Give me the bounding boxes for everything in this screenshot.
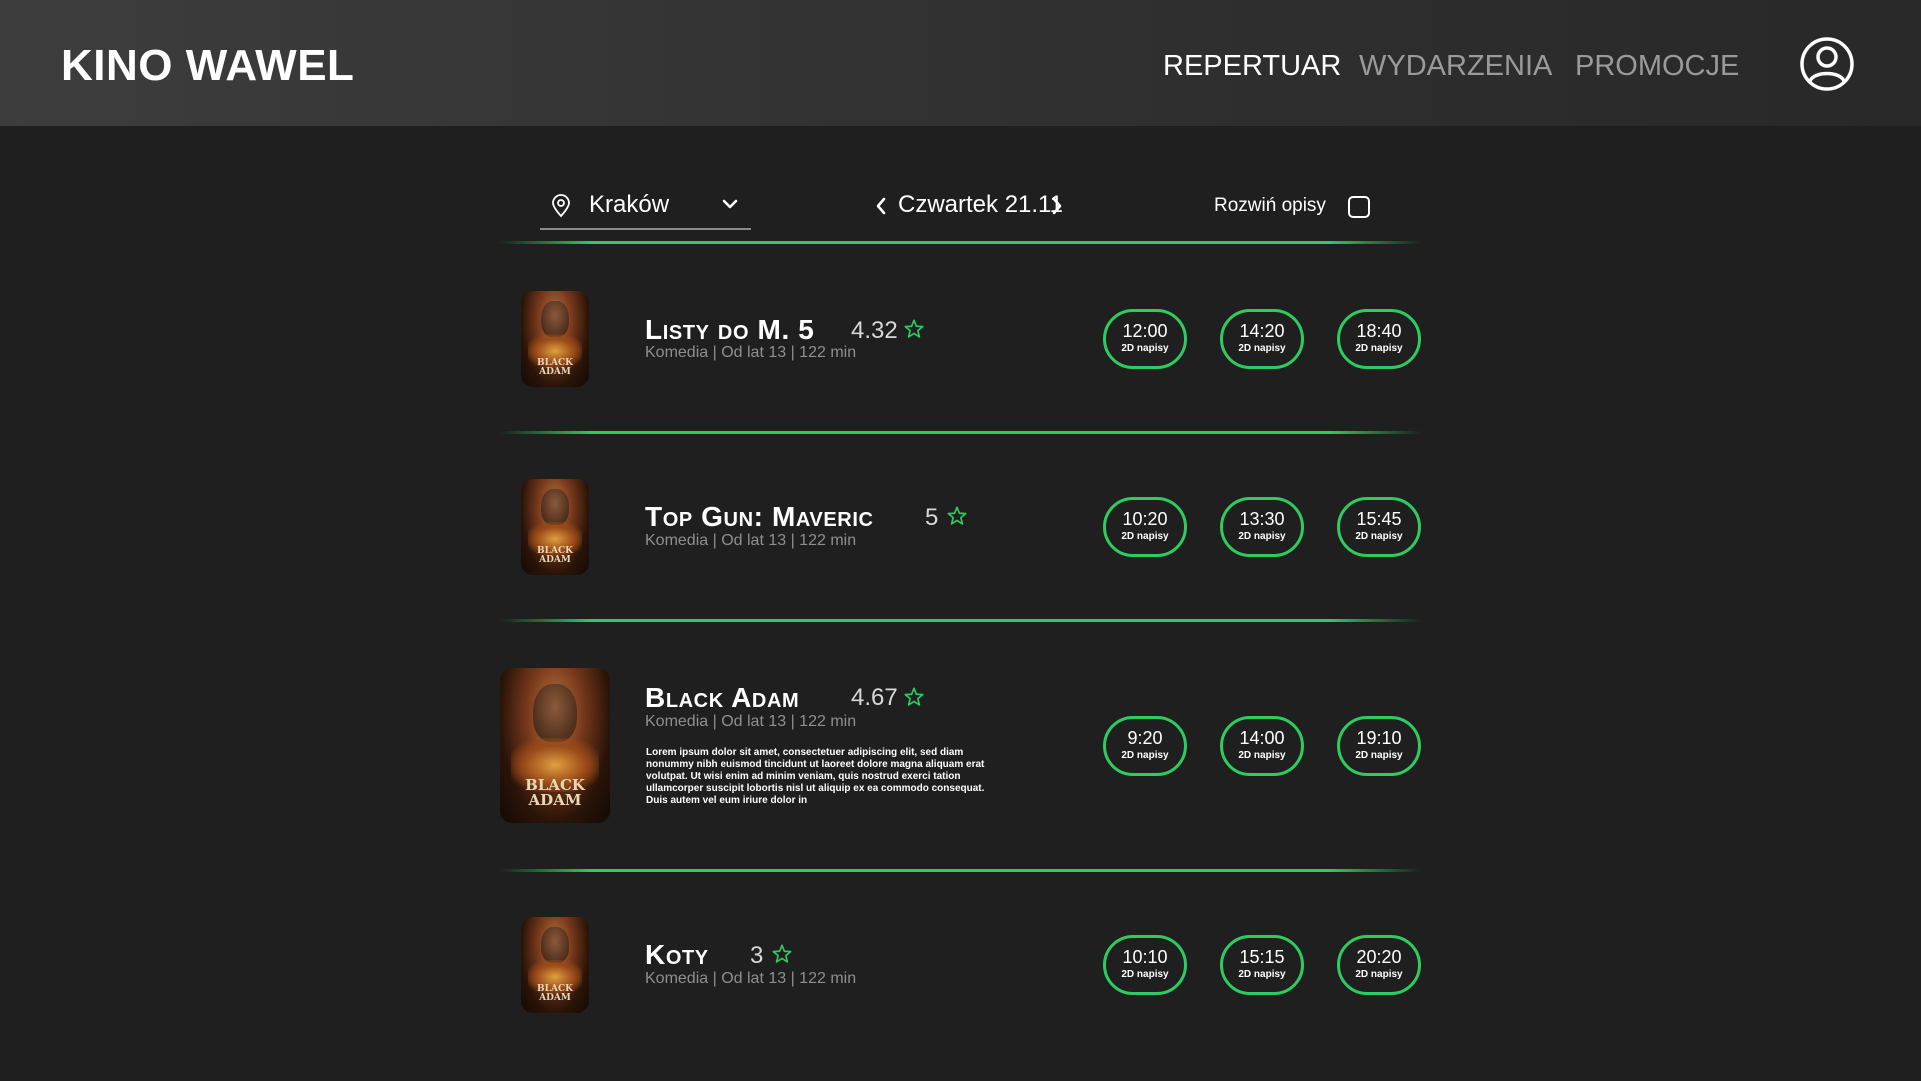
movie-description: Lorem ipsum dolor sit amet, consectetuer… [646, 747, 985, 806]
showtime-time: 14:00 [1239, 728, 1285, 748]
chevron-left-icon[interactable] [874, 196, 888, 216]
movie-meta: Komedia | Od lat 13 | 122 min [645, 532, 857, 549]
star-icon [772, 944, 792, 963]
showtime-button[interactable]: 12:00 2D napisy [1103, 309, 1187, 369]
poster-title: BLACK ADAM [537, 546, 573, 566]
showtime-format: 2D napisy [1121, 750, 1169, 761]
movie-meta: Komedia | Od lat 13 | 122 min [645, 713, 857, 730]
separator [500, 431, 1421, 434]
movie-title[interactable]: Top Gun: Maveric [645, 500, 874, 534]
movie-title[interactable]: Listy do M. 5 [645, 313, 814, 347]
expand-descriptions-label: Rozwiń opisy [1214, 195, 1326, 216]
movie-poster[interactable]: BLACK ADAM [521, 291, 589, 387]
showtime-button[interactable]: 14:00 2D napisy [1220, 716, 1304, 776]
movie-poster[interactable]: BLACK ADAM [521, 479, 589, 575]
city-value: Kraków [589, 191, 670, 218]
expand-descriptions-checkbox[interactable] [1348, 196, 1370, 218]
showtime-button[interactable]: 10:20 2D napisy [1103, 497, 1187, 557]
showtime-format: 2D napisy [1121, 343, 1169, 354]
star-icon [904, 687, 924, 706]
movie-poster[interactable]: BLACK ADAM [500, 668, 610, 823]
showtime-button[interactable]: 15:15 2D napisy [1220, 935, 1304, 995]
movie-rating: 4.32 [851, 317, 898, 344]
showtime-format: 2D napisy [1121, 531, 1169, 542]
showtime-button[interactable]: 14:20 2D napisy [1220, 309, 1304, 369]
movie-rating: 5 [925, 504, 939, 531]
showtime-time: 9:20 [1127, 728, 1163, 748]
showtime-format: 2D napisy [1238, 343, 1286, 354]
separator [500, 241, 1421, 244]
expand-descriptions-toggle[interactable]: Rozwiń opisy [1212, 192, 1372, 222]
chevron-down-icon [722, 199, 738, 209]
showtime-button[interactable]: 18:40 2D napisy [1337, 309, 1421, 369]
separator [500, 619, 1421, 622]
showtime-time: 10:10 [1122, 947, 1168, 967]
showtime-time: 19:10 [1356, 728, 1402, 748]
showtime-time: 15:45 [1356, 509, 1402, 529]
city-select[interactable]: Kraków [540, 186, 751, 230]
chevron-right-icon[interactable] [1050, 196, 1064, 216]
showtime-time: 13:30 [1239, 509, 1285, 529]
showtime-button[interactable]: 10:10 2D napisy [1103, 935, 1187, 995]
location-pin-icon [552, 194, 570, 218]
showtime-format: 2D napisy [1238, 969, 1286, 980]
poster-figure [541, 488, 569, 526]
showtime-format: 2D napisy [1238, 750, 1286, 761]
showtime-button[interactable]: 19:10 2D napisy [1337, 716, 1421, 776]
star-icon [947, 506, 967, 525]
movie-title[interactable]: Koty [645, 938, 709, 972]
movie-title[interactable]: Black Adam [645, 681, 799, 715]
poster-title: BLACK ADAM [525, 775, 585, 809]
showtime-format: 2D napisy [1238, 531, 1286, 542]
showtime-button[interactable]: 15:45 2D napisy [1337, 497, 1421, 557]
showtime-button[interactable]: 9:20 2D napisy [1103, 716, 1187, 776]
poster-figure [533, 683, 577, 743]
poster-figure [541, 926, 569, 964]
movie-meta: Komedia | Od lat 13 | 122 min [645, 344, 857, 361]
showtime-button[interactable]: 20:20 2D napisy [1337, 935, 1421, 995]
showtime-time: 12:00 [1122, 321, 1168, 341]
showtime-format: 2D napisy [1355, 531, 1403, 542]
showtime-time: 14:20 [1239, 321, 1285, 341]
showtime-button[interactable]: 13:30 2D napisy [1220, 497, 1304, 557]
showtime-time: 15:15 [1239, 947, 1285, 967]
star-icon [904, 319, 924, 338]
movie-rating: 3 [750, 942, 764, 969]
showtime-time: 10:20 [1122, 509, 1168, 529]
poster-figure [541, 300, 569, 338]
date-navigator: Czwartek 21.11 [870, 188, 1070, 224]
separator [500, 869, 1421, 872]
poster-title: BLACK ADAM [537, 358, 573, 378]
movie-rating: 4.67 [851, 684, 898, 711]
showtime-format: 2D napisy [1355, 750, 1403, 761]
schedule-filters: Kraków Czwartek 21.11 Rozwiń opisy [0, 0, 1921, 240]
showtime-format: 2D napisy [1355, 969, 1403, 980]
selected-date: Czwartek 21.11 [898, 191, 1063, 218]
showtime-format: 2D napisy [1121, 969, 1169, 980]
movie-meta: Komedia | Od lat 13 | 122 min [645, 970, 857, 987]
showtime-time: 18:40 [1356, 321, 1402, 341]
showtime-format: 2D napisy [1355, 343, 1403, 354]
showtime-time: 20:20 [1356, 947, 1402, 967]
movie-poster[interactable]: BLACK ADAM [521, 917, 589, 1013]
poster-title: BLACK ADAM [537, 984, 573, 1004]
